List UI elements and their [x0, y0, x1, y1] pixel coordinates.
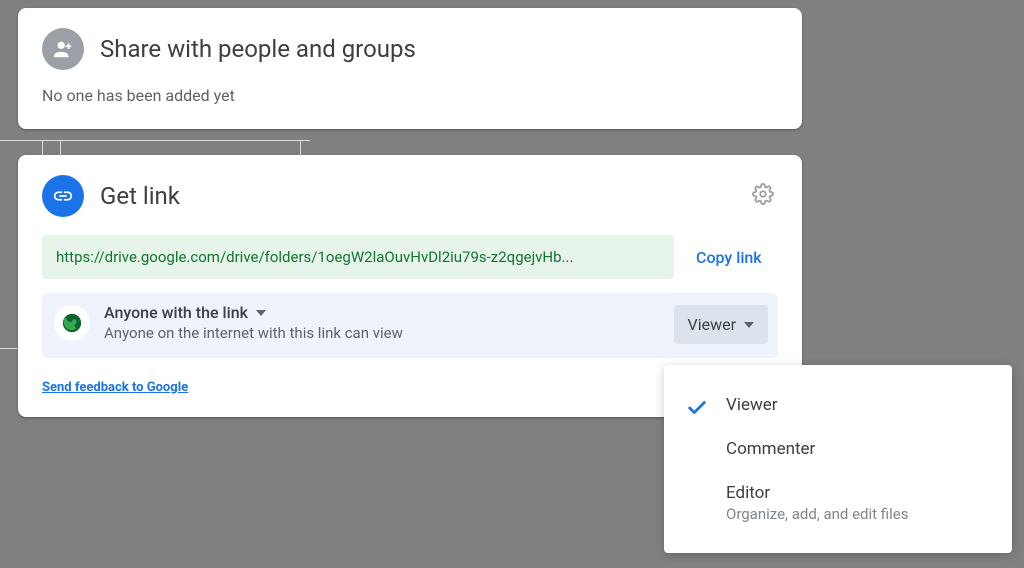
globe-icon — [54, 305, 90, 341]
background-grid-line — [0, 140, 310, 141]
share-people-card: Share with people and groups No one has … — [18, 8, 802, 129]
share-empty-text: No one has been added yet — [42, 86, 778, 105]
role-dropdown-button[interactable]: Viewer — [674, 305, 769, 344]
role-option-viewer[interactable]: Viewer — [664, 383, 1012, 427]
role-option-sublabel: Organize, add, and edit files — [726, 505, 988, 523]
role-option-label: Viewer — [726, 395, 988, 415]
share-title: Share with people and groups — [100, 35, 416, 63]
check-icon — [686, 397, 708, 423]
feedback-link[interactable]: Send feedback to Google — [42, 380, 188, 395]
access-scope-dropdown[interactable]: Anyone with the link — [104, 303, 660, 322]
chevron-down-icon — [256, 310, 266, 316]
role-dropdown-menu: Viewer Commenter Editor Organize, add, a… — [664, 365, 1012, 553]
link-row: https://drive.google.com/drive/folders/1… — [42, 235, 778, 279]
person-add-icon — [42, 28, 84, 70]
getlink-header: Get link — [42, 175, 778, 217]
role-option-editor[interactable]: Editor Organize, add, and edit files — [664, 471, 1012, 535]
getlink-title: Get link — [100, 182, 732, 210]
background-grid-line — [42, 140, 43, 156]
background-grid-line — [0, 348, 18, 349]
access-description: Anyone on the internet with this link ca… — [104, 324, 660, 342]
copy-link-button[interactable]: Copy link — [688, 240, 770, 275]
access-scope-label: Anyone with the link — [104, 303, 248, 322]
role-option-label: Commenter — [726, 439, 988, 459]
access-info: Anyone with the link Anyone on the inter… — [104, 303, 660, 342]
settings-button[interactable] — [748, 179, 778, 213]
role-option-commenter[interactable]: Commenter — [664, 427, 1012, 471]
background-grid-line — [300, 140, 301, 156]
gear-icon — [752, 183, 774, 205]
share-url-display[interactable]: https://drive.google.com/drive/folders/1… — [42, 235, 674, 279]
role-option-label: Editor — [726, 483, 988, 503]
chevron-down-icon — [744, 322, 754, 328]
background-grid-line — [60, 140, 61, 156]
link-icon — [42, 175, 84, 217]
share-header: Share with people and groups — [42, 28, 778, 70]
role-selected-label: Viewer — [688, 315, 737, 334]
access-row: Anyone with the link Anyone on the inter… — [42, 293, 778, 358]
